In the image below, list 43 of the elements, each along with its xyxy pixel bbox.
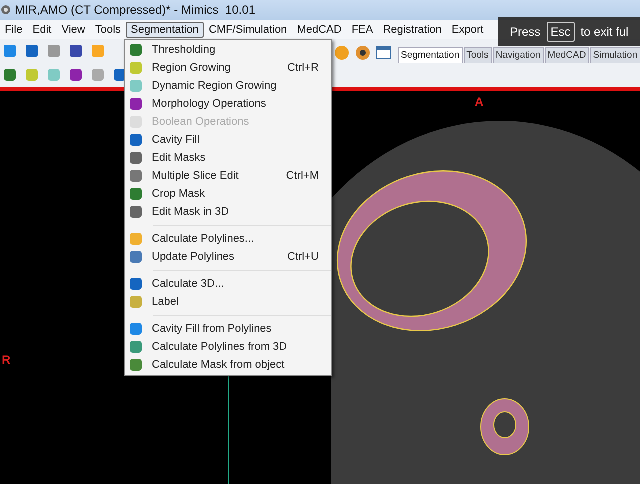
menu-item[interactable]: Region Growing Ctrl+R [125, 59, 331, 77]
menu-bar-item[interactable]: Tools [90, 22, 126, 38]
menu-item[interactable]: Calculate Mask from object [125, 356, 331, 374]
menu-bar-item[interactable]: Edit [28, 22, 57, 38]
menu-item[interactable]: Update Polylines Ctrl+U [125, 248, 331, 266]
menu-bar-item[interactable]: File [0, 22, 28, 38]
toolbar-tab[interactable]: Segmentation [398, 47, 463, 63]
menu-item[interactable]: Cavity Fill from Polylines [125, 320, 331, 338]
menu-item[interactable]: Calculate Polylines... [125, 230, 331, 248]
menu-bar-item[interactable]: MedCAD [292, 22, 347, 38]
rectangle-icon [2, 67, 18, 83]
menu-item[interactable]: Dynamic Region Growing [125, 77, 331, 95]
orientation-label: R [2, 353, 11, 367]
menu-item[interactable]: Cavity Fill [125, 131, 331, 149]
menu-item[interactable]: Calculate 3D... [125, 275, 331, 293]
overlay-text: to exit ful [580, 24, 629, 38]
overlay-text: Press [510, 24, 541, 38]
orientation-label: A [475, 95, 484, 109]
menu-bar-item[interactable]: CMF/Simulation [204, 22, 292, 38]
app-logo-icon [1, 4, 11, 16]
toolbar-tab[interactable]: Simulation [590, 47, 640, 63]
menu-item[interactable]: Calculate Polylines from 3D [125, 338, 331, 356]
menu-item[interactable]: Crop Mask [125, 185, 331, 203]
menu-bar-item[interactable]: Segmentation [126, 22, 204, 38]
toolbar-tab[interactable]: MedCAD [544, 47, 590, 63]
menu-item[interactable]: Label [125, 293, 331, 311]
window-title: MIR,AMO (CT Compressed)* - Mimics 10.01 [15, 3, 256, 17]
menu-bar-item[interactable]: FEA [346, 22, 378, 38]
toolbar-tab[interactable]: Tools [464, 47, 492, 63]
menu-item[interactable]: Morphology Operations [125, 95, 331, 113]
toolbar-tab[interactable]: Navigation [492, 47, 544, 63]
menu-bar-item[interactable]: View [56, 22, 90, 38]
menu-bar-item[interactable]: Export [446, 22, 489, 38]
menu-item[interactable]: Edit Mask in 3D [125, 203, 331, 221]
menu-item[interactable]: Multiple Slice Edit Ctrl+M [125, 167, 331, 185]
window-icon [376, 45, 392, 61]
menu-bar-item[interactable]: Registration [378, 22, 447, 38]
key-cap: Esc [546, 22, 575, 42]
rectangle-icon [128, 42, 144, 58]
square-icon [128, 96, 144, 112]
square-icon [68, 67, 84, 83]
menu-item[interactable]: Thresholding [125, 41, 331, 59]
menu-item[interactable]: Edit Masks [125, 149, 331, 167]
